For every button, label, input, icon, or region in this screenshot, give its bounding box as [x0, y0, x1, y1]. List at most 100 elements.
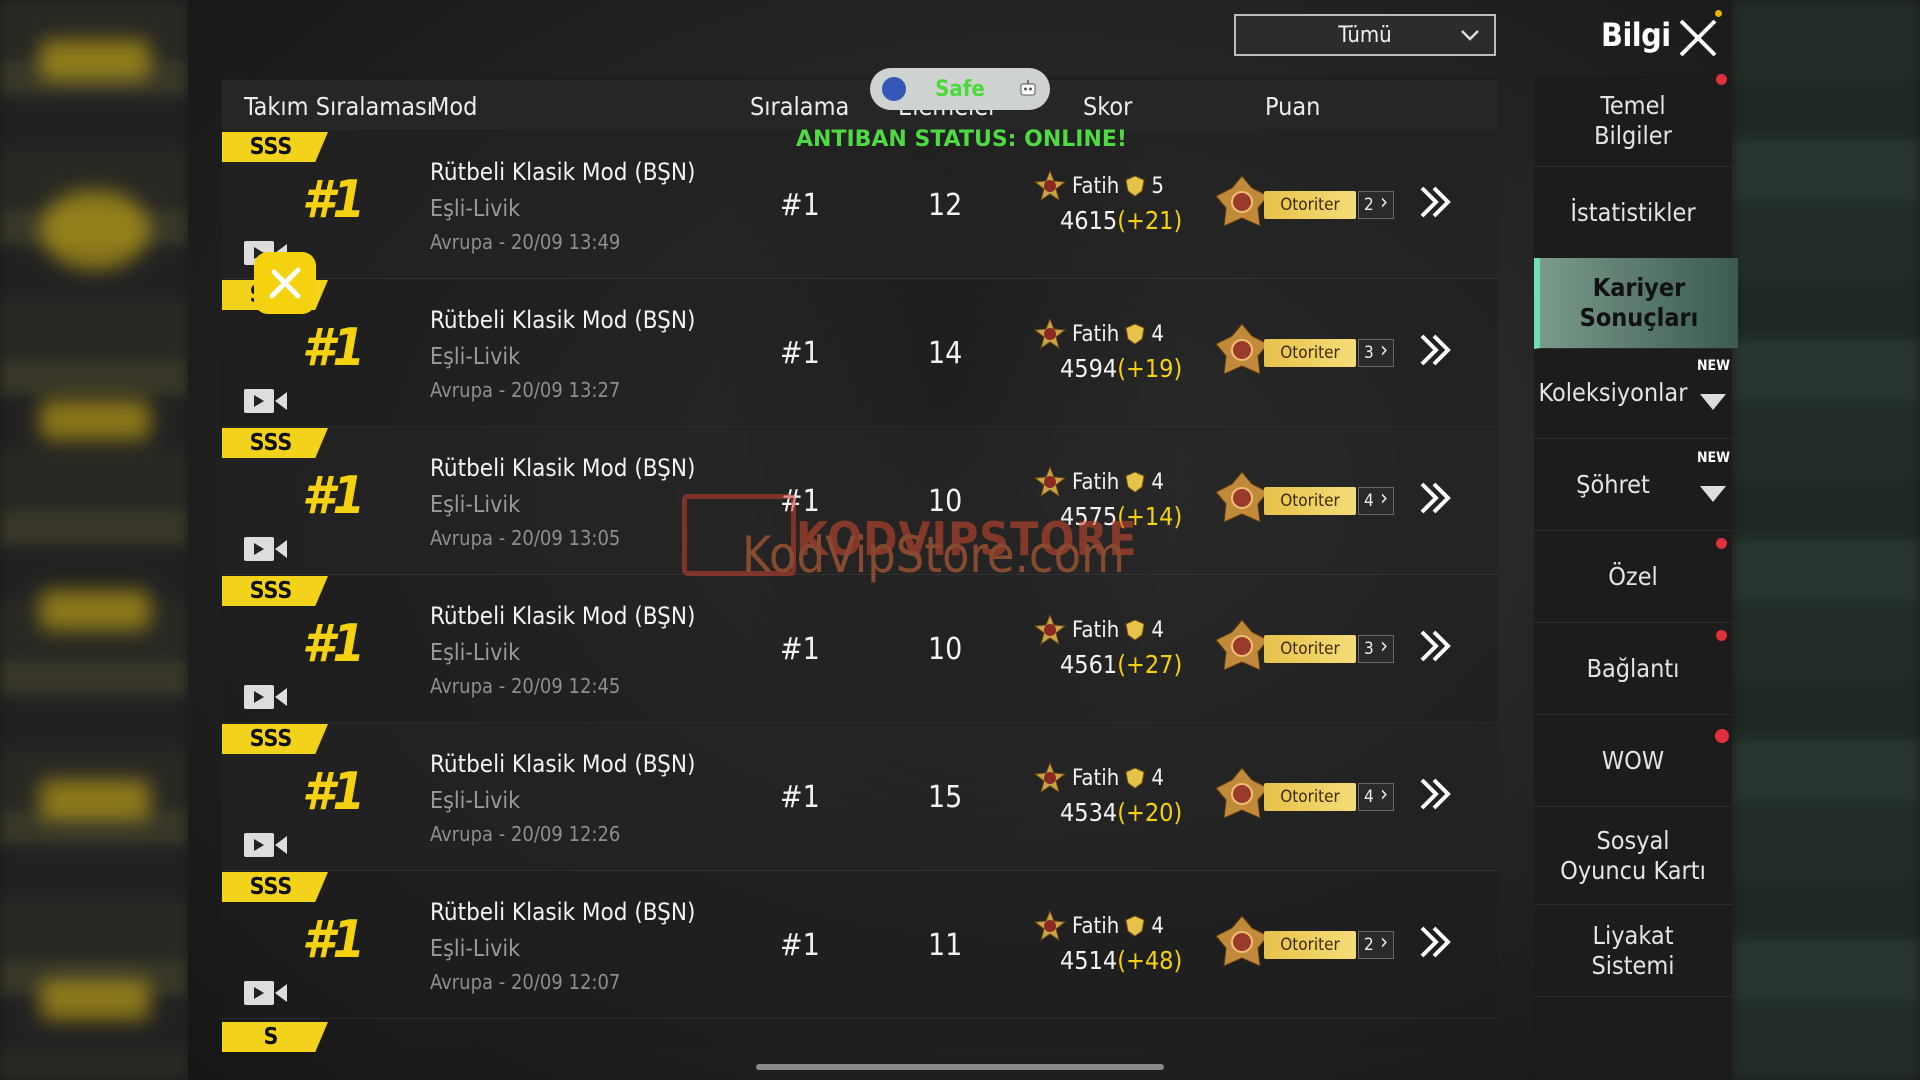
tier-points: Otoriter 2	[1212, 914, 1402, 974]
sidebar-item-label: Liyakat Sistemi	[1591, 921, 1675, 980]
tier-count[interactable]: 4	[1358, 486, 1394, 515]
col-team-rank: Takım Sıralaması	[244, 92, 433, 121]
mode-title: Rütbeli Klasik Mod (BŞN)	[430, 602, 696, 630]
replay-video-icon[interactable]	[244, 684, 288, 710]
tier-points: Otoriter 3	[1212, 322, 1402, 382]
rank-medal-icon	[1034, 910, 1066, 942]
squad-map: Eşli-Livik	[430, 196, 521, 222]
right-blurred-background	[1732, 0, 1920, 1080]
region-time: Avrupa - 20/09 13:27	[430, 378, 621, 402]
team-rank: #1	[302, 170, 365, 230]
placement: #1	[780, 188, 820, 223]
score-player: Fatih 5	[1034, 170, 1164, 202]
col-score: Skor	[1083, 92, 1133, 121]
replay-video-icon[interactable]	[244, 832, 288, 858]
score-total: 4615	[1060, 206, 1118, 235]
match-row[interactable]: SSS #1 Rütbeli Klasik Mod (BŞN) Eşli-Liv…	[222, 130, 1498, 279]
sidebar-item-label: Kariyer Sonuçları	[1579, 273, 1699, 332]
rank-medal-icon	[1034, 318, 1066, 350]
sidebar-item-0[interactable]: Temel Bilgiler	[1534, 76, 1732, 167]
sidebar-item-label: Şöhret	[1576, 470, 1650, 499]
score-delta: (+21)	[1117, 206, 1183, 235]
sidebar-item-7[interactable]: WOW	[1534, 716, 1732, 807]
tier-count[interactable]: 3	[1358, 634, 1394, 663]
mode-title: Rütbeli Klasik Mod (BŞN)	[430, 306, 696, 334]
eliminations: 14	[928, 336, 963, 371]
tier-count[interactable]: 2	[1358, 930, 1394, 959]
gift-icon	[1715, 729, 1729, 743]
chevron-right-icon[interactable]	[1418, 776, 1454, 812]
sidebar-item-5[interactable]: Özel	[1534, 532, 1732, 623]
left-blurred-background	[0, 0, 188, 1080]
tier-label: Otoriter	[1264, 339, 1356, 367]
mode-title: Rütbeli Klasik Mod (BŞN)	[430, 750, 696, 778]
tier-label: Otoriter	[1264, 783, 1356, 811]
col-points: Puan	[1265, 92, 1321, 121]
robot-icon	[1020, 80, 1036, 96]
rank-medal-icon	[1034, 614, 1066, 646]
sidebar-item-2[interactable]: Kariyer Sonuçları	[1534, 258, 1738, 349]
score-total: 4561	[1060, 650, 1118, 679]
player-name: Fatih	[1072, 173, 1120, 199]
notification-dot	[1716, 74, 1727, 85]
antiban-status: ANTIBAN STATUS: ONLINE!	[796, 127, 1127, 152]
match-row[interactable]: SSS #1 Rütbeli Klasik Mod (BŞN) Eşli-Liv…	[222, 870, 1498, 1019]
expand-triangle-icon[interactable]	[1700, 486, 1726, 502]
player-name: Fatih	[1072, 469, 1120, 495]
replay-video-icon[interactable]	[244, 388, 288, 414]
eliminations: 15	[928, 780, 963, 815]
chevron-right-icon[interactable]	[1418, 332, 1454, 368]
tier-points: Otoriter 4	[1212, 766, 1402, 826]
expand-triangle-icon[interactable]	[1700, 394, 1726, 410]
sidebar-item-8[interactable]: Sosyal Oyuncu Kartı	[1534, 808, 1732, 905]
sidebar-item-label: Koleksiyonlar	[1538, 378, 1688, 407]
grade-badge: SSS	[222, 576, 328, 606]
chevron-right-icon[interactable]	[1418, 184, 1454, 220]
team-rank: #1	[302, 318, 365, 378]
team-rank: #1	[302, 466, 365, 526]
player-level: 5	[1151, 173, 1164, 199]
match-row[interactable]: SSS #1 Rütbeli Klasik Mod (BŞN) Eşli-Liv…	[222, 722, 1498, 871]
tier-count[interactable]: 4	[1358, 782, 1394, 811]
score-value: 4514(+48)	[1060, 946, 1182, 975]
wrench-tool-button[interactable]	[254, 252, 316, 314]
tier-label: Otoriter	[1264, 191, 1356, 219]
region-time: Avrupa - 20/09 12:45	[430, 674, 621, 698]
filter-dropdown[interactable]: Tümü	[1234, 14, 1496, 56]
replay-video-icon[interactable]	[244, 980, 288, 1006]
sidebar-item-9[interactable]: Liyakat Sistemi	[1534, 906, 1732, 997]
team-rank: #1	[302, 910, 365, 970]
tier-count[interactable]: 2	[1358, 190, 1394, 219]
eliminations: 10	[928, 632, 963, 667]
chevron-right-icon[interactable]	[1418, 628, 1454, 664]
score-total: 4514	[1060, 946, 1118, 975]
filter-value: Tümü	[1338, 22, 1392, 48]
sidebar-item-label: İstatistikler	[1570, 198, 1696, 227]
sidebar-item-label: Temel Bilgiler	[1594, 91, 1672, 150]
score-value: 4594(+19)	[1060, 354, 1182, 383]
score-player: Fatih 4	[1034, 910, 1164, 942]
chevron-right-icon[interactable]	[1418, 480, 1454, 516]
player-level: 4	[1151, 469, 1164, 495]
notification-dot	[1715, 10, 1722, 17]
sidebar-item-label: WOW	[1601, 746, 1665, 775]
squad-map: Eşli-Livik	[430, 344, 521, 370]
safe-label: Safe	[935, 76, 985, 102]
sidebar-item-6[interactable]: Bağlantı	[1534, 624, 1732, 715]
safe-overlay-pill[interactable]: Safe	[870, 68, 1050, 110]
replay-video-icon[interactable]	[244, 536, 288, 562]
tier-count[interactable]: 3	[1358, 338, 1394, 367]
match-row[interactable]: SSS #1 Rütbeli Klasik Mod (BŞN) Eşli-Liv…	[222, 278, 1498, 427]
chevron-down-icon	[1461, 30, 1479, 41]
tier-emblem-icon	[1215, 619, 1269, 671]
player-name: Fatih	[1072, 321, 1120, 347]
chevron-right-icon[interactable]	[1418, 924, 1454, 960]
player-name: Fatih	[1072, 913, 1120, 939]
notification-dot	[1716, 538, 1727, 549]
score-total: 4534	[1060, 798, 1118, 827]
score-delta: (+27)	[1117, 650, 1183, 679]
sidebar-item-1[interactable]: İstatistikler	[1534, 168, 1732, 259]
shield-icon	[1125, 471, 1145, 493]
match-row[interactable]: SSS #1 Rütbeli Klasik Mod (BŞN) Eşli-Liv…	[222, 574, 1498, 723]
close-icon[interactable]	[1676, 16, 1720, 60]
